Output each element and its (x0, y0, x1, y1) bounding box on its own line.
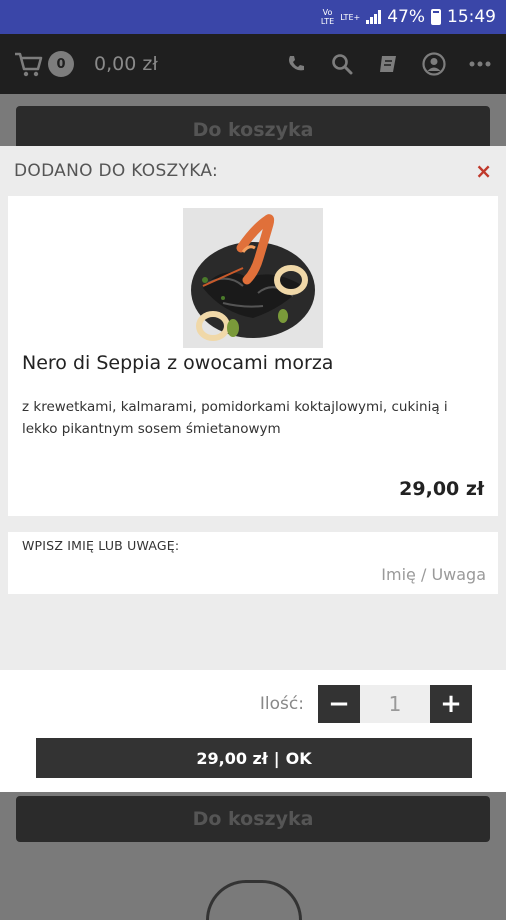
cart-total: 0,00 zł (94, 53, 158, 75)
confirm-separator: | (273, 748, 280, 768)
quantity-value[interactable]: 1 (360, 685, 430, 723)
clock: 15:49 (447, 7, 496, 27)
quantity-stepper: Ilość: − 1 + (260, 684, 472, 724)
confirm-price: 29,00 zł (196, 748, 268, 768)
background-cart-button-bottom: Do koszyka (16, 796, 490, 842)
status-bar: Vo LTE LTE+ 47% 15:49 (0, 0, 506, 34)
account-icon[interactable] (422, 52, 446, 76)
added-to-cart-modal: DODANO DO KOSZYKA: × Nero di Seppia z ow… (0, 146, 506, 792)
product-description: z krewetkami, kalmarami, pomidorkami kok… (22, 399, 448, 437)
product-image (183, 208, 323, 348)
modal-footer: Ilość: − 1 + 29,00 zł | OK (0, 670, 506, 792)
modal-header: DODANO DO KOSZYKA: × (0, 146, 506, 196)
cart-button[interactable]: 0 (14, 51, 74, 77)
note-card: WPISZ IMIĘ LUB UWAGĘ: (8, 532, 498, 594)
battery-percent: 47% (387, 7, 425, 27)
modal-title: DODANO DO KOSZYKA: (14, 161, 218, 181)
confirm-label: OK (285, 748, 312, 768)
lte-indicator: LTE+ (340, 12, 361, 22)
increase-quantity-button[interactable]: + (430, 685, 472, 723)
product-card: Nero di Seppia z owocami morza z krewetk… (8, 196, 498, 516)
search-icon[interactable] (330, 52, 354, 76)
product-price: 29,00 zł (399, 478, 484, 500)
phone-icon[interactable] (284, 52, 308, 76)
signal-icon (366, 10, 382, 24)
menu-book-icon[interactable] (376, 52, 400, 76)
cart-icon (15, 52, 43, 77)
more-icon[interactable] (468, 52, 492, 76)
background-logo (206, 880, 302, 920)
battery-icon (431, 9, 441, 25)
note-label: WPISZ IMIĘ LUB UWAGĘ: (22, 538, 180, 553)
note-input[interactable] (186, 560, 486, 588)
decrease-quantity-button[interactable]: − (318, 685, 360, 723)
cart-count-badge: 0 (48, 51, 74, 77)
plus-icon: + (440, 689, 462, 719)
product-name: Nero di Seppia z owocami morza (22, 352, 334, 374)
app-header: 0 0,00 zł (0, 34, 506, 94)
close-icon[interactable]: × (475, 159, 492, 183)
quantity-label: Ilość: (259, 694, 304, 714)
volte-indicator: Vo LTE (320, 8, 335, 26)
confirm-ok-button[interactable]: 29,00 zł | OK (36, 738, 472, 778)
minus-icon: − (328, 689, 350, 719)
